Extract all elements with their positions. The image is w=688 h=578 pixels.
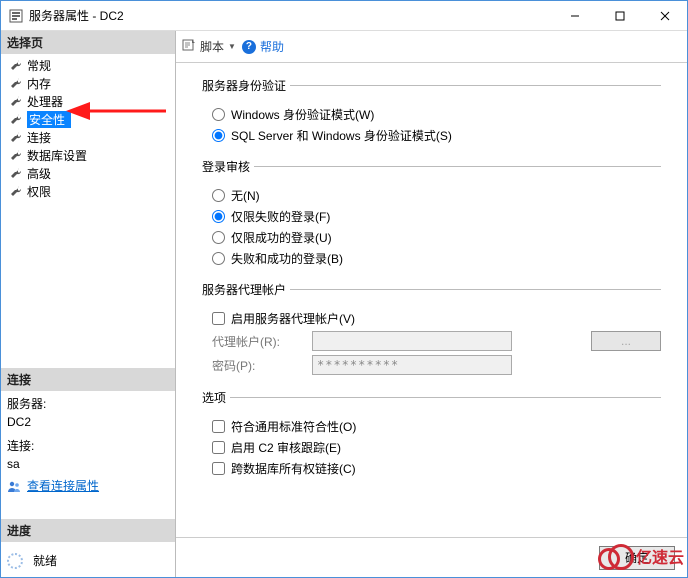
audit-none-label: 无(N) bbox=[231, 187, 260, 204]
wrench-icon bbox=[9, 184, 23, 198]
nav-item-processors[interactable]: 处理器 bbox=[1, 92, 175, 110]
wrench-icon bbox=[9, 130, 23, 144]
title-bar: 服务器属性 - DC2 bbox=[1, 1, 687, 31]
progress-block: 就绪 bbox=[1, 542, 175, 577]
nav-label: 常规 bbox=[27, 57, 51, 74]
progress-header: 进度 bbox=[1, 519, 175, 542]
audit-none-radio[interactable] bbox=[212, 189, 225, 202]
proxy-account-label: 代理帐户(R): bbox=[212, 333, 302, 350]
nav-label: 内存 bbox=[27, 75, 51, 92]
app-icon bbox=[9, 9, 23, 23]
nav-item-advanced[interactable]: 高级 bbox=[1, 164, 175, 182]
audit-failed-label: 仅限失败的登录(F) bbox=[231, 208, 330, 225]
audit-both-label: 失败和成功的登录(B) bbox=[231, 250, 343, 267]
auth-sql-windows-radio[interactable] bbox=[212, 129, 225, 142]
script-dropdown[interactable]: 脚本 ▼ bbox=[182, 38, 236, 55]
connection-value: sa bbox=[7, 455, 169, 473]
sidebar: 选择页 常规 内存 处理器 安全性 连接 数据库设置 高级 权限 连接 服务器:… bbox=[1, 31, 176, 577]
proxy-enable-checkbox[interactable] bbox=[212, 312, 225, 325]
connection-header: 连接 bbox=[1, 368, 175, 391]
audit-failed-radio[interactable] bbox=[212, 210, 225, 223]
nav-label: 处理器 bbox=[27, 93, 63, 110]
audit-group: 登录审核 无(N) 仅限失败的登录(F) 仅限成功的登录(U) 失败和成功的登录… bbox=[202, 158, 661, 271]
audit-legend: 登录审核 bbox=[202, 158, 254, 175]
cross-db-checkbox[interactable] bbox=[212, 462, 225, 475]
options-legend: 选项 bbox=[202, 389, 230, 406]
audit-success-radio[interactable] bbox=[212, 231, 225, 244]
content-panel: 服务器身份验证 Windows 身份验证模式(W) SQL Server 和 W… bbox=[176, 63, 687, 537]
help-button[interactable]: ? 帮助 bbox=[242, 38, 284, 55]
wrench-icon bbox=[9, 148, 23, 162]
audit-success-label: 仅限成功的登录(U) bbox=[231, 229, 332, 246]
script-icon bbox=[182, 38, 196, 55]
select-page-header: 选择页 bbox=[1, 31, 175, 54]
c2-audit-checkbox[interactable] bbox=[212, 441, 225, 454]
proxy-enable-label: 启用服务器代理帐户(V) bbox=[231, 310, 355, 327]
server-label: 服务器: bbox=[7, 395, 169, 413]
view-connection-properties-link[interactable]: 查看连接属性 bbox=[27, 477, 99, 495]
proxy-password-input bbox=[312, 355, 512, 375]
nav-label: 数据库设置 bbox=[27, 147, 87, 164]
nav-label: 权限 bbox=[27, 183, 51, 200]
nav-list: 常规 内存 处理器 安全性 连接 数据库设置 高级 权限 bbox=[1, 54, 175, 202]
toolbar: 脚本 ▼ ? 帮助 bbox=[176, 31, 687, 63]
auth-windows-radio[interactable] bbox=[212, 108, 225, 121]
cross-db-label: 跨数据库所有权链接(C) bbox=[231, 460, 356, 477]
auth-legend: 服务器身份验证 bbox=[202, 77, 290, 94]
minimize-button[interactable] bbox=[552, 1, 597, 30]
nav-item-permissions[interactable]: 权限 bbox=[1, 182, 175, 200]
footer: 确定 bbox=[176, 537, 687, 577]
wrench-icon bbox=[9, 94, 23, 108]
proxy-browse-button: ... bbox=[591, 331, 661, 351]
progress-spinner-icon bbox=[7, 553, 23, 569]
options-group: 选项 符合通用标准符合性(O) 启用 C2 审核跟踪(E) 跨数据库所有权链接(… bbox=[202, 389, 661, 481]
window-title: 服务器属性 - DC2 bbox=[29, 7, 124, 24]
nav-label: 高级 bbox=[27, 165, 51, 182]
auth-group: 服务器身份验证 Windows 身份验证模式(W) SQL Server 和 W… bbox=[202, 77, 661, 148]
ok-button[interactable]: 确定 bbox=[599, 546, 675, 570]
connection-block: 服务器: DC2 连接: sa 查看连接属性 bbox=[1, 391, 175, 499]
common-criteria-checkbox[interactable] bbox=[212, 420, 225, 433]
nav-item-connections[interactable]: 连接 bbox=[1, 128, 175, 146]
help-icon: ? bbox=[242, 40, 256, 54]
script-label: 脚本 bbox=[200, 38, 224, 55]
nav-item-security[interactable]: 安全性 bbox=[1, 110, 175, 128]
common-criteria-label: 符合通用标准符合性(O) bbox=[231, 418, 356, 435]
chevron-down-icon: ▼ bbox=[228, 42, 236, 51]
nav-item-memory[interactable]: 内存 bbox=[1, 74, 175, 92]
server-value: DC2 bbox=[7, 413, 169, 431]
c2-audit-label: 启用 C2 审核跟踪(E) bbox=[231, 439, 341, 456]
proxy-group: 服务器代理帐户 启用服务器代理帐户(V) 代理帐户(R): ... 密码(P): bbox=[202, 281, 661, 379]
proxy-legend: 服务器代理帐户 bbox=[202, 281, 290, 298]
help-label: 帮助 bbox=[260, 38, 284, 55]
auth-sql-windows-label: SQL Server 和 Windows 身份验证模式(S) bbox=[231, 127, 452, 144]
proxy-password-label: 密码(P): bbox=[212, 357, 302, 374]
wrench-icon bbox=[9, 58, 23, 72]
nav-label: 连接 bbox=[27, 129, 51, 146]
connection-label: 连接: bbox=[7, 437, 169, 455]
people-icon bbox=[7, 479, 21, 493]
wrench-icon bbox=[9, 166, 23, 180]
auth-windows-label: Windows 身份验证模式(W) bbox=[231, 106, 374, 123]
audit-both-radio[interactable] bbox=[212, 252, 225, 265]
nav-label: 安全性 bbox=[27, 111, 71, 128]
nav-item-database-settings[interactable]: 数据库设置 bbox=[1, 146, 175, 164]
maximize-button[interactable] bbox=[597, 1, 642, 30]
wrench-icon bbox=[9, 112, 23, 126]
progress-status: 就绪 bbox=[33, 552, 57, 569]
nav-item-general[interactable]: 常规 bbox=[1, 56, 175, 74]
close-button[interactable] bbox=[642, 1, 687, 30]
proxy-account-input bbox=[312, 331, 512, 351]
wrench-icon bbox=[9, 76, 23, 90]
